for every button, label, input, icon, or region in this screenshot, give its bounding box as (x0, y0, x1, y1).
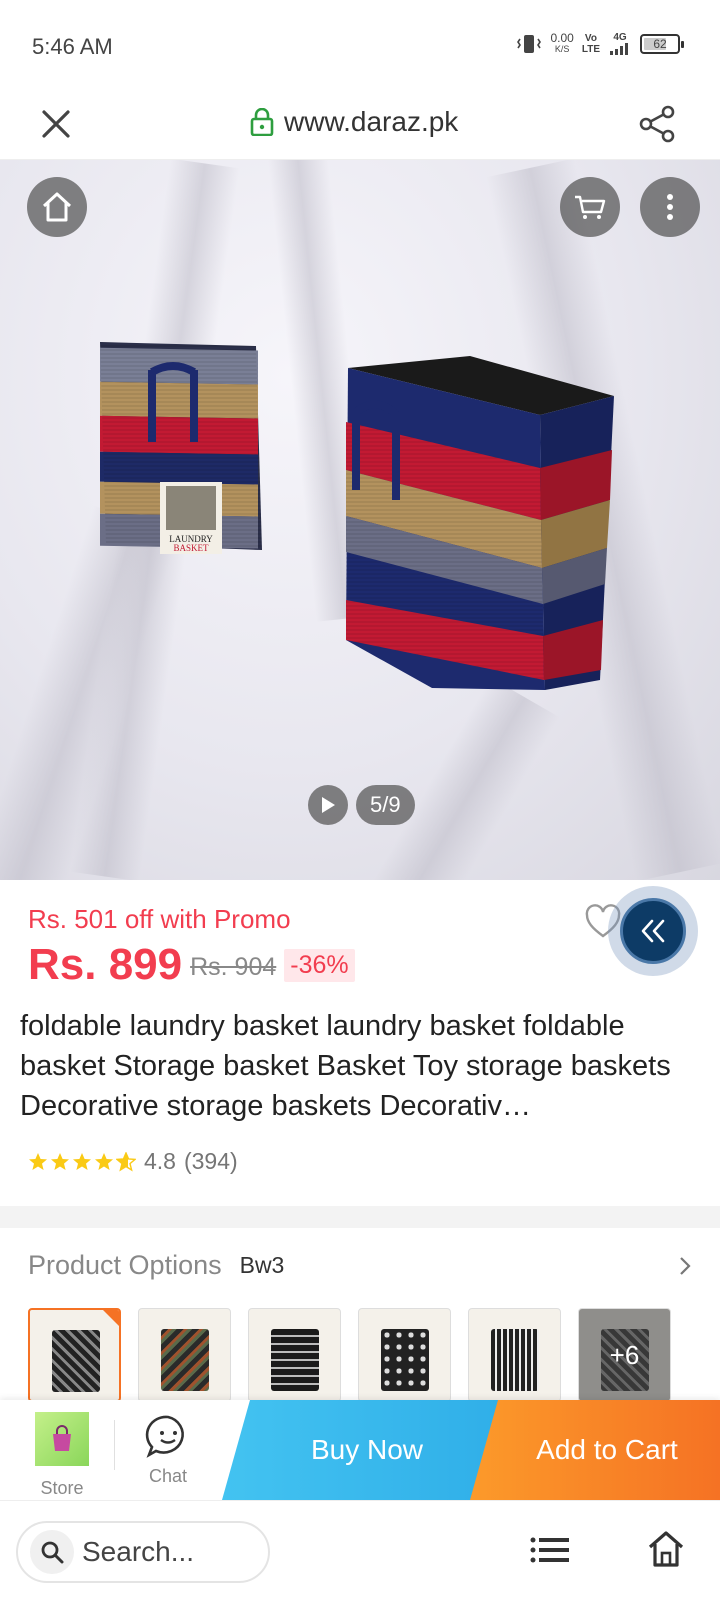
status-time: 5:46 AM (32, 34, 113, 59)
battery-icon: 62 (640, 33, 684, 54)
play-video-button[interactable] (308, 785, 348, 825)
vibrate-icon (517, 34, 542, 53)
promo-text: Rs. 501 off with Promo (28, 904, 291, 934)
search-placeholder: Search... (82, 1536, 195, 1567)
star-icon (51, 1152, 69, 1170)
browser-home-icon[interactable] (646, 1529, 686, 1569)
volte-top: Vo (584, 32, 597, 44)
home-icon (42, 192, 72, 222)
network-type: 4G (613, 32, 627, 43)
search-icon (30, 1530, 74, 1574)
close-icon[interactable] (36, 104, 76, 144)
status-icons: 0.00 K/S Vo LTE 4G 62 (516, 30, 684, 55)
small-basket: LAUNDRY BASKET (100, 342, 262, 554)
double-chevron-left-icon (641, 919, 665, 943)
option-thumbnail[interactable] (358, 1308, 451, 1402)
option-thumbnail[interactable] (468, 1308, 561, 1402)
large-basket (346, 356, 614, 690)
section-divider (0, 1206, 720, 1228)
share-icon[interactable] (636, 102, 680, 146)
price-row: Rs. 899 Rs. 904 -36% (28, 940, 355, 990)
product-options-row[interactable]: Product Options Bw3 (28, 1250, 692, 1281)
star-icon (73, 1152, 91, 1170)
more-vertical-icon (667, 194, 673, 220)
action-separator (114, 1420, 115, 1470)
store-label: Store (40, 1478, 84, 1498)
lock-icon (250, 108, 274, 136)
option-thumbnail[interactable] (248, 1308, 341, 1402)
option-thumbnails: +6 (28, 1308, 671, 1402)
options-label: Product Options (28, 1250, 222, 1280)
option-thumbnail[interactable] (28, 1308, 121, 1402)
cart-icon (575, 195, 606, 219)
floating-expand-button[interactable] (608, 886, 698, 976)
status-bar: 5:46 AM 0.00 K/S Vo LTE 4G 62 (0, 0, 720, 88)
net-speed-value: 0.00 (550, 30, 574, 45)
image-counter: 5/9 (356, 785, 415, 825)
add-to-cart-button[interactable]: Add to Cart (470, 1400, 720, 1500)
product-image-gallery[interactable]: LAUNDRY BASKET 5/9 (0, 160, 720, 880)
star-icon (29, 1152, 47, 1170)
home-shortcut-button[interactable] (27, 177, 87, 237)
product-title: foldable laundry basket laundry basket f… (20, 1010, 671, 1122)
rating-row[interactable]: 4.8 (394) (28, 1148, 238, 1175)
url-display[interactable]: www.daraz.pk (250, 106, 458, 138)
half-star-icon (116, 1151, 136, 1172)
net-speed: 0.00 K/S (550, 30, 574, 55)
gallery-pager: 5/9 (308, 785, 415, 825)
more-options-count: +6 (579, 1309, 670, 1401)
product-photo: LAUNDRY BASKET (100, 342, 614, 690)
network-indicator: 4G (608, 32, 632, 55)
volte-bottom: LTE (581, 43, 600, 55)
store-logo (35, 1412, 89, 1466)
list-menu-icon[interactable] (530, 1535, 570, 1565)
search-input[interactable]: Search... (16, 1521, 270, 1583)
browser-url-bar: www.daraz.pk (0, 88, 720, 160)
option-thumbnail[interactable] (138, 1308, 231, 1402)
play-icon (322, 797, 335, 813)
signal-icon (610, 43, 628, 55)
chat-icon (145, 1415, 184, 1458)
store-button[interactable]: Store (20, 1412, 104, 1499)
rating-value: 4.8 (144, 1148, 176, 1174)
volte-indicator: Vo LTE (582, 33, 600, 55)
cart-shortcut-button[interactable] (560, 177, 620, 237)
more-options-button[interactable] (640, 177, 700, 237)
star-icon (95, 1152, 113, 1170)
box-label-line2: BASKET (173, 543, 209, 553)
browser-bottom-bar: Search... (0, 1500, 720, 1600)
product-action-bar: Store Chat Buy Now Add to Cart (0, 1400, 720, 1500)
original-price: Rs. 904 (190, 953, 277, 981)
chat-button[interactable]: Chat (126, 1414, 210, 1487)
net-speed-unit: K/S (554, 43, 570, 54)
battery-level: 62 (653, 36, 667, 51)
chat-label: Chat (148, 1466, 188, 1486)
buy-now-button[interactable]: Buy Now (222, 1400, 512, 1500)
rating-stars (28, 1151, 136, 1172)
review-count: (394) (183, 1148, 238, 1174)
url-text: www.daraz.pk (284, 106, 459, 137)
options-selected: Bw3 (239, 1252, 285, 1278)
chevron-right-icon (680, 1256, 691, 1275)
option-thumbnail-more[interactable]: +6 (578, 1308, 671, 1402)
current-price: Rs. 899 (28, 940, 183, 989)
shopping-bag-icon (53, 1425, 71, 1451)
discount-badge: -36% (284, 949, 355, 982)
